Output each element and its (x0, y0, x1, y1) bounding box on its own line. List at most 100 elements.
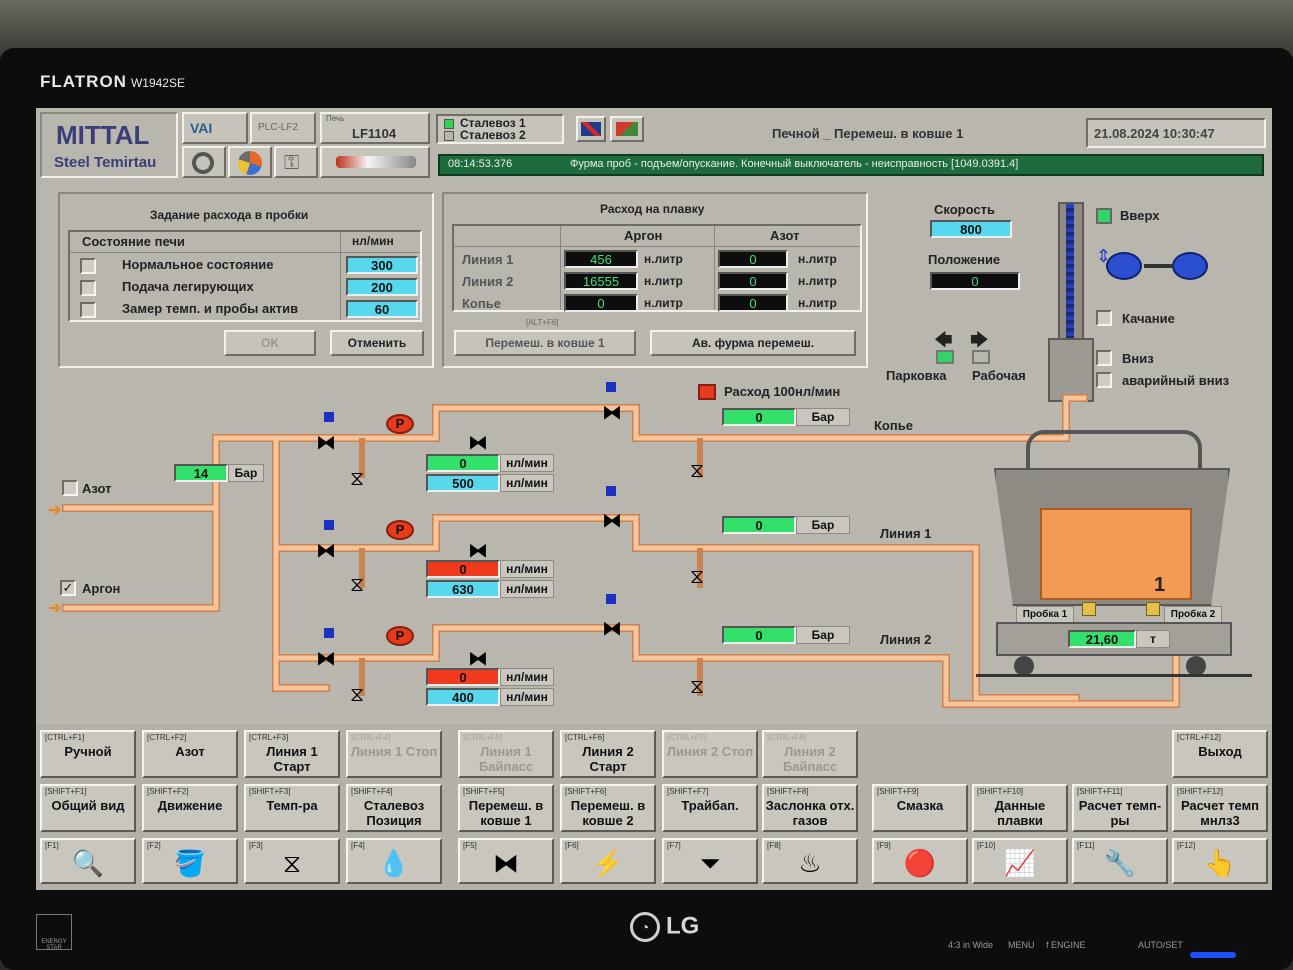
valve-line1-bypass[interactable]: ⧓ (602, 508, 622, 533)
line1-flow-unit: нл/мин (500, 560, 554, 578)
rail (976, 674, 1252, 677)
valve-line2-main[interactable]: ⧓ (316, 646, 336, 671)
fkey-f6[interactable]: [F6] ⚡ (560, 838, 656, 884)
actuator-line1-main (324, 520, 334, 530)
fkey-f3[interactable]: [F3] ⧖ (244, 838, 340, 884)
fkey-f10[interactable]: [F10] 📈 (972, 838, 1068, 884)
fkey-shift-f5-stir-ladle1[interactable]: [SHIFT+F5] Перемеш. в ковше 1 (458, 784, 554, 832)
monitor-brand: FLATRON W1942SE (40, 72, 185, 91)
parking-indicator (936, 350, 954, 364)
fkey-shift-f6-stir-ladle2[interactable]: [SHIFT+F6] Перемеш. в ковше 2 (560, 784, 656, 832)
cancel-button[interactable]: Отменить (330, 330, 424, 356)
fkey-ctrl-f3-line1-start[interactable]: [CTRL+F3] Линия 1 Старт (244, 730, 340, 778)
monitor-button-wide[interactable]: 4:3 in Wide (948, 940, 993, 950)
fkey-ctrl-f6-line2-start[interactable]: [CTRL+F6] Линия 2 Старт (560, 730, 656, 778)
operator-icon-button[interactable] (320, 146, 430, 178)
monitor-button-engine[interactable]: f ENGINE (1046, 940, 1086, 950)
fkey-shift-f4-car-position[interactable]: [SHIFT+F4] Сталевоз Позиция (346, 784, 442, 832)
fkey-shift-f7-wire-feeder[interactable]: [SHIFT+F7] Трайбап. (662, 784, 758, 832)
cons-line2-nitrogen-unit: н.литр (798, 274, 837, 288)
position-label: Положение (928, 252, 1001, 267)
fkey-ctrl-f7-line2-stop[interactable]: [CTRL+F7] Линия 2 Стоп (662, 730, 758, 778)
speed-value[interactable]: 800 (930, 220, 1012, 238)
state-sample-value[interactable]: 60 (346, 300, 418, 318)
col-unit: нл/мин (352, 234, 394, 248)
swing-link (1144, 264, 1172, 268)
fkey-f1[interactable]: [F1] 🔍 (40, 838, 136, 884)
fkey-f9[interactable]: [F9] 🔴 (872, 838, 968, 884)
state-alloy-value[interactable]: 200 (346, 278, 418, 296)
valve-line1-vent[interactable]: ⧖ (690, 566, 704, 589)
alarm-bar[interactable]: 08:14:53.376 Фурма проб - подъем/опускан… (438, 154, 1264, 176)
actuator-line1-bypass (606, 486, 616, 496)
fkey-ctrl-f12-exit[interactable]: [CTRL+F12] Выход (1172, 730, 1268, 778)
steelcar2-label: Сталевоз 2 (460, 128, 526, 142)
fkey-shift-f2-movement[interactable]: [SHIFT+F2] Движение (142, 784, 238, 832)
fkey-shift-f11-temp-calc[interactable]: [SHIFT+F11] Расчет темп-ры (1072, 784, 1168, 832)
ring-icon-button[interactable] (182, 146, 226, 178)
valve-line2-drain[interactable]: ⧖ (350, 684, 364, 707)
key-icon-button[interactable]: ⚿ (274, 146, 318, 178)
swing-label: Качание (1122, 311, 1175, 326)
fkey-shift-f8-exhaust-damper[interactable]: [SHIFT+F8] Заслонка отх. газов (762, 784, 858, 832)
operator-icon: 👆 (1203, 848, 1237, 878)
cons-line1-argon-unit: н.литр (644, 252, 683, 266)
down-checkbox[interactable] (1096, 350, 1112, 366)
valve-lance-bypass[interactable]: ⧓ (602, 400, 622, 425)
flag-uk-button[interactable] (576, 116, 606, 142)
fkey-f5[interactable]: [F5] ⧓ (458, 838, 554, 884)
flag-kz-icon (616, 122, 638, 136)
line1-setpoint-value[interactable]: 630 (426, 580, 500, 598)
fkey-ctrl-f4-line1-stop[interactable]: [CTRL+F4] Линия 1 Стоп (346, 730, 442, 778)
steelcar2-indicator (444, 131, 454, 141)
monitor-button-auto[interactable]: AUTO/SET (1138, 940, 1183, 950)
ok-button[interactable]: OK (224, 330, 316, 356)
valve-line2-bypass[interactable]: ⧓ (602, 616, 622, 641)
fkey-shift-f3-temperature[interactable]: [SHIFT+F3] Темп-ра (244, 784, 340, 832)
valve-lance-vent[interactable]: ⧖ (690, 460, 704, 483)
valve-line1-main[interactable]: ⧓ (316, 538, 336, 563)
monitor-button-menu[interactable]: MENU (1008, 940, 1035, 950)
lance-setpoint-value[interactable]: 500 (426, 474, 500, 492)
stir-ladle1-button[interactable]: Перемеш. в ковше 1 (454, 330, 636, 356)
fkey-shift-f9-lubrication[interactable]: [SHIFT+F9] Смазка (872, 784, 968, 832)
argon-checkbox[interactable]: ✓ (60, 580, 76, 596)
fkey-shift-f12-temp-calc-ccm3[interactable]: [SHIFT+F12] Расчет темп мнлз3 (1172, 784, 1268, 832)
flag-kz-button[interactable] (610, 116, 644, 142)
steelcar1-indicator (444, 119, 454, 129)
fkey-shift-f10-heat-data[interactable]: [SHIFT+F10] Данные плавки (972, 784, 1068, 832)
valve-lance-main[interactable]: ⧓ (316, 430, 336, 455)
fkey-f7[interactable]: [F7] ⏷ (662, 838, 758, 884)
fkey-f11[interactable]: [F11] 🔧 (1072, 838, 1168, 884)
cons-line2-nitrogen: 0 (718, 272, 788, 290)
state-alloy-checkbox[interactable] (80, 280, 96, 296)
nitrogen-checkbox[interactable] (62, 480, 78, 496)
state-normal-value[interactable]: 300 (346, 256, 418, 274)
cons-line2-label: Линия 2 (462, 274, 514, 289)
valve-line1-drain[interactable]: ⧖ (350, 574, 364, 597)
valve-lance-control[interactable]: ⧓ (468, 430, 488, 455)
wire-feeder-icon: ⏷ (699, 848, 721, 878)
fkey-f8[interactable]: [F8] ♨ (762, 838, 858, 884)
argon-label: Аргон (82, 581, 121, 596)
state-sample-checkbox[interactable] (80, 302, 96, 318)
valve-line2-vent[interactable]: ⧖ (690, 676, 704, 699)
swing-checkbox[interactable] (1096, 310, 1112, 326)
cons-lance-argon-unit: н.литр (644, 296, 683, 310)
fkey-f2[interactable]: [F2] 🪣 (142, 838, 238, 884)
state-normal-label: Нормальное состояние (122, 257, 274, 272)
line2-setpoint-value[interactable]: 400 (426, 688, 500, 706)
ring-icon (192, 152, 214, 174)
power-led (1190, 952, 1236, 958)
fkey-f4[interactable]: [F4] 💧 (346, 838, 442, 884)
fkey-ctrl-f1-manual[interactable]: [CTRL+F1] Ручной (40, 730, 136, 778)
state-normal-checkbox[interactable] (80, 258, 96, 274)
fkey-shift-f1-overview[interactable]: [SHIFT+F1] Общий вид (40, 784, 136, 832)
valve-lance-drain[interactable]: ⧖ (350, 468, 364, 491)
fkey-f12[interactable]: [F12] 👆 (1172, 838, 1268, 884)
cycle-icon-button[interactable] (228, 146, 272, 178)
emergency-lance-button[interactable]: Ав. фурма перемеш. (650, 330, 856, 356)
fkey-ctrl-f5-line1-bypass[interactable]: [CTRL+F5] Линия 1 Байпасс (458, 730, 554, 778)
fkey-ctrl-f8-line2-bypass[interactable]: [CTRL+F8] Линия 2 Байпасс (762, 730, 858, 778)
fkey-ctrl-f2-nitrogen[interactable]: [CTRL+F2] Азот (142, 730, 238, 778)
